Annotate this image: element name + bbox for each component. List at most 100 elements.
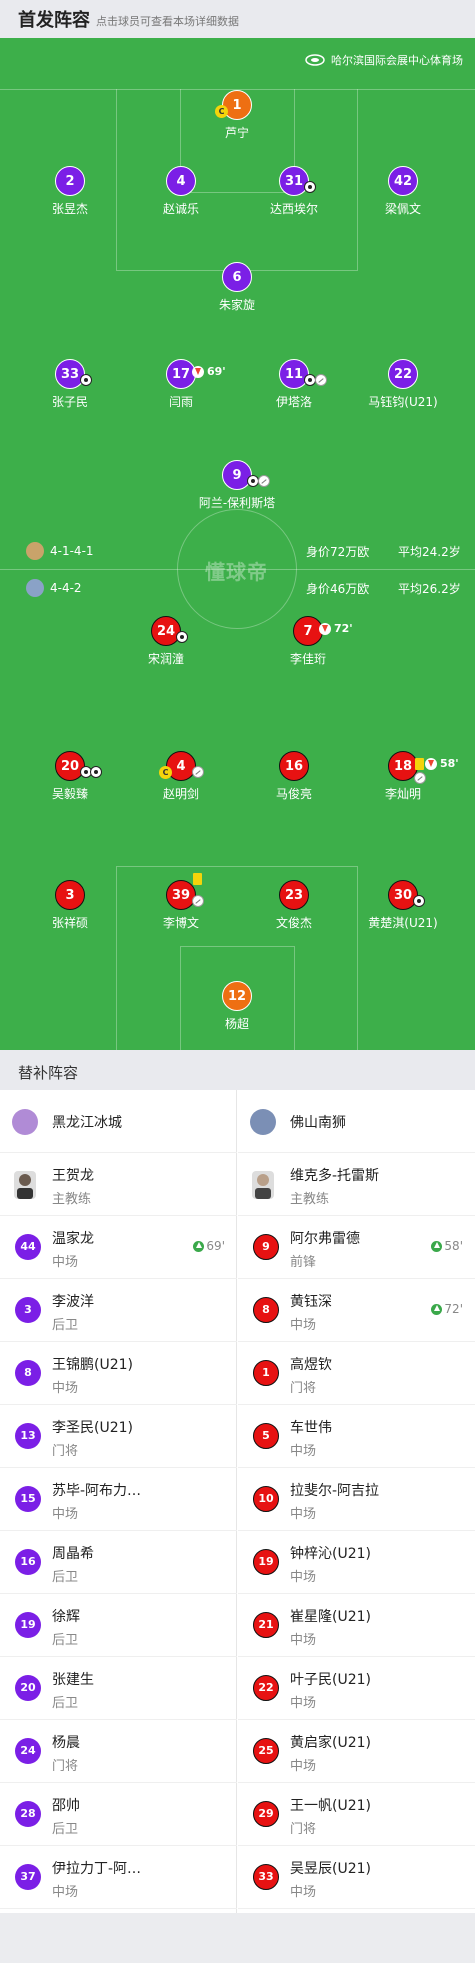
sub-player-row[interactable]: 20 张建生 后卫 bbox=[0, 1657, 237, 1720]
away-player-10[interactable]: 30 黄楚淇(U21) bbox=[343, 880, 463, 931]
sub-player-row[interactable]: 25 黄启家(U21) 中场 bbox=[238, 1720, 475, 1783]
player-name: 徐辉 bbox=[52, 1609, 80, 1625]
sub-player-row[interactable]: 19 徐辉 后卫 bbox=[0, 1594, 237, 1657]
home-player-4[interactable]: 31 达西埃尔 bbox=[234, 166, 354, 217]
away-player-9[interactable]: 23 文俊杰 bbox=[234, 880, 354, 931]
home-player-10[interactable]: 22 马钰钧(U21) bbox=[343, 359, 463, 410]
player-number-badge: 20 bbox=[55, 751, 102, 781]
event-badges bbox=[304, 374, 327, 386]
home-player-11[interactable]: 9 阿兰-保利斯塔 bbox=[177, 460, 297, 511]
player-number-badge: 9 bbox=[253, 1234, 279, 1260]
yellow-card-icon bbox=[415, 758, 424, 770]
player-number-badge: 3 bbox=[15, 1297, 41, 1323]
sub-player-row[interactable]: 21 崔星隆(U21) 中场 bbox=[238, 1594, 475, 1657]
coach-role: 主教练 bbox=[52, 1192, 92, 1207]
away-player-8[interactable]: 39 李博文 bbox=[121, 873, 241, 931]
away-player-5[interactable]: 16 马俊亮 bbox=[234, 751, 354, 802]
sub-player-row[interactable]: 9 阿尔弗雷德 前锋 58' bbox=[238, 1216, 475, 1279]
sub-player-row[interactable]: 28 邵帅 后卫 bbox=[0, 1783, 237, 1846]
sub-player-row[interactable]: 5 车世伟 中场 bbox=[238, 1405, 475, 1468]
home-player-1[interactable]: 1C 芦宁 bbox=[177, 90, 297, 141]
sub-player-row[interactable]: 1 高煜钦 门将 bbox=[238, 1342, 475, 1405]
sub-player-row[interactable]: 19 钟梓沁(U21) 中场 bbox=[238, 1531, 475, 1594]
home-coach-row[interactable]: 王贺龙 主教练 bbox=[0, 1153, 237, 1216]
home-player-9[interactable]: 11 伊塔洛 bbox=[234, 359, 354, 410]
player-name: 吴毅臻 bbox=[51, 787, 88, 801]
player-number-badge: 17 69' bbox=[166, 359, 226, 389]
goal-icon bbox=[413, 895, 425, 907]
sub-in-minute: 58' bbox=[444, 1239, 463, 1253]
home-formation: 4-1-4-1 bbox=[50, 544, 94, 558]
home-player-8[interactable]: 17 69' 闫雨 bbox=[121, 359, 241, 410]
home-player-2[interactable]: 2 张昱杰 bbox=[10, 166, 130, 217]
sub-player-row[interactable]: 8 王锦鹏(U21) 中场 bbox=[0, 1342, 237, 1405]
sub-player-row[interactable]: 37 伊拉力丁-阿… 中场 bbox=[0, 1846, 237, 1909]
player-number-badge: 16 bbox=[279, 751, 309, 781]
sub-player-row[interactable]: 22 叶子民(U21) 中场 bbox=[238, 1657, 475, 1720]
player-name: 张昱杰 bbox=[51, 202, 88, 216]
away-coach-row[interactable]: 维克多-托雷斯 主教练 bbox=[238, 1153, 475, 1216]
player-position: 中场 bbox=[52, 1885, 79, 1900]
player-number-badge: 24 bbox=[15, 1738, 41, 1764]
away-player-4[interactable]: 4C 赵明剑 bbox=[121, 751, 241, 802]
away-team-info: 4-4-2 身价46万欧 平均26.2岁 bbox=[0, 577, 475, 599]
player-number-badge: 8 bbox=[253, 1297, 279, 1323]
player-position: 后卫 bbox=[52, 1696, 79, 1711]
sub-player-row[interactable]: 44 温家龙 中场 69' bbox=[0, 1216, 237, 1279]
away-player-7[interactable]: 3 张祥硕 bbox=[10, 880, 130, 931]
player-name: 杨晨 bbox=[52, 1735, 80, 1751]
sub-in-info: 69' bbox=[193, 1239, 225, 1253]
sub-minute: 58' bbox=[440, 757, 459, 770]
sub-player-row[interactable]: 33 吴昱辰(U21) 中场 bbox=[238, 1846, 475, 1909]
away-player-11[interactable]: 12 杨超 bbox=[177, 981, 297, 1032]
player-number-badge: 37 bbox=[15, 1864, 41, 1890]
player-name: 崔星隆(U21) bbox=[290, 1609, 371, 1625]
event-badges bbox=[80, 766, 102, 778]
away-team-row[interactable]: 佛山南狮 bbox=[238, 1090, 475, 1153]
player-name: 周晶希 bbox=[52, 1546, 94, 1562]
player-name: 阿兰-保利斯塔 bbox=[198, 496, 276, 510]
home-team-info: 4-1-4-1 身价72万欧 平均24.2岁 bbox=[0, 540, 475, 562]
sub-player-row[interactable]: 24 杨晨 门将 bbox=[0, 1720, 237, 1783]
away-player-2[interactable]: 7 72' 李佳珩 bbox=[248, 616, 368, 667]
assist-icon bbox=[315, 374, 327, 386]
assist-icon bbox=[414, 772, 426, 784]
away-player-6[interactable]: 18 58' 李灿明 bbox=[343, 751, 463, 802]
home-player-6[interactable]: 6 朱家旋 bbox=[177, 262, 297, 313]
player-number-badge: 8 bbox=[15, 1360, 41, 1386]
player-number-badge: 16 bbox=[15, 1549, 41, 1575]
away-avg-age: 平均26.2岁 bbox=[398, 581, 461, 596]
player-name: 赵诚乐 bbox=[162, 202, 199, 216]
away-player-1[interactable]: 24 宋润潼 bbox=[106, 616, 226, 667]
home-subs-column: 黑龙江冰城 王贺龙 主教练 44 温家龙 中场 69' 3 李波洋 后卫 8 王锦鹏(U21) 中… bbox=[0, 1090, 237, 1913]
player-name: 叶子民(U21) bbox=[290, 1672, 371, 1688]
player-position: 中场 bbox=[290, 1885, 317, 1900]
home-team-row[interactable]: 黑龙江冰城 bbox=[0, 1090, 237, 1153]
sub-player-row[interactable]: 13 李圣民(U21) 门将 bbox=[0, 1405, 237, 1468]
event-badges: 72' bbox=[319, 614, 353, 644]
home-player-7[interactable]: 33 张子民 bbox=[10, 359, 130, 410]
pitch: 哈尔滨国际会展中心体育场 懂球帝 1C 芦宁 2 张昱杰 4 赵诚乐 31 达西… bbox=[0, 38, 475, 1050]
player-name: 张子民 bbox=[51, 395, 88, 409]
sub-player-row[interactable]: 10 拉斐尔-阿吉拉 中场 bbox=[238, 1468, 475, 1531]
player-name: 赵明剑 bbox=[162, 787, 199, 801]
sub-player-row[interactable]: 29 王一帆(U21) 门将 bbox=[238, 1783, 475, 1846]
sub-out-icon bbox=[425, 758, 437, 770]
assist-icon bbox=[258, 475, 270, 487]
away-player-3[interactable]: 20 吴毅臻 bbox=[10, 751, 130, 802]
sub-player-row[interactable]: 8 黄钰深 中场 72' bbox=[238, 1279, 475, 1342]
player-number-badge: 4 bbox=[166, 166, 196, 196]
player-name: 芦宁 bbox=[224, 126, 249, 140]
sub-player-row[interactable]: 15 苏毕-阿布力… 中场 bbox=[0, 1468, 237, 1531]
home-player-5[interactable]: 42 梁佩文 bbox=[343, 166, 463, 217]
player-name: 杨超 bbox=[224, 1017, 249, 1031]
player-name: 伊塔洛 bbox=[275, 395, 312, 409]
player-position: 后卫 bbox=[52, 1822, 79, 1837]
home-team-name: 黑龙江冰城 bbox=[52, 1115, 122, 1131]
sub-player-row[interactable]: 16 周晶希 后卫 bbox=[0, 1531, 237, 1594]
sub-player-row[interactable]: 3 李波洋 后卫 bbox=[0, 1279, 237, 1342]
player-position: 中场 bbox=[52, 1381, 79, 1396]
home-player-3[interactable]: 4 赵诚乐 bbox=[121, 166, 241, 217]
event-badges bbox=[304, 181, 316, 193]
event-badges bbox=[192, 766, 204, 778]
